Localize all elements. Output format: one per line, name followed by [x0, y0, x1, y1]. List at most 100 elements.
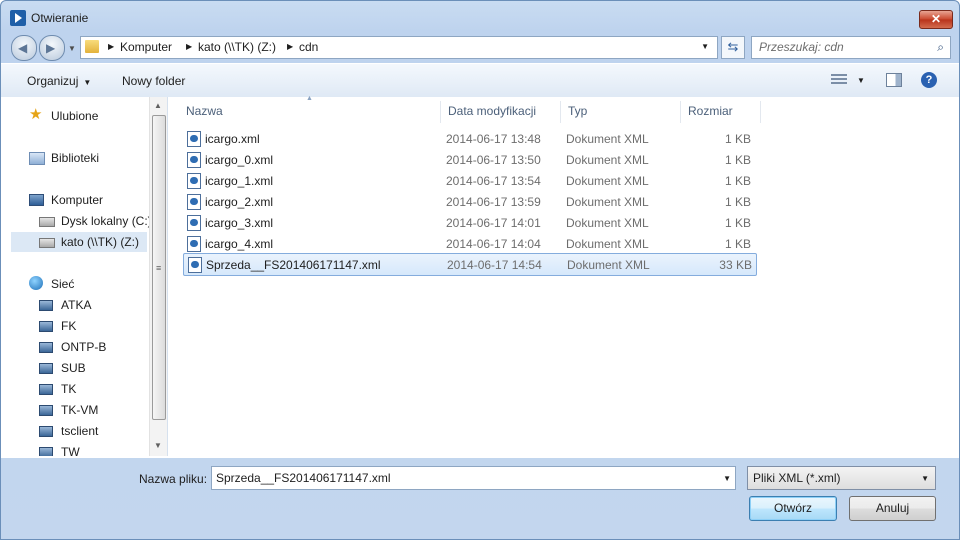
app-icon — [10, 10, 26, 26]
file-size: 1 KB — [724, 195, 751, 209]
file-row[interactable]: icargo.xml 2014-06-17 13:48 Dokument XML… — [183, 128, 755, 149]
breadcrumb-computer[interactable]: Komputer — [120, 40, 172, 54]
breadcrumb-separator[interactable]: ▶ — [186, 42, 192, 51]
help-icon[interactable]: ? — [921, 72, 937, 88]
column-header-type[interactable]: Typ — [561, 101, 681, 123]
sidebar-item-network-pc[interactable]: SUB — [39, 358, 147, 378]
sidebar-item-label: Ulubione — [51, 109, 99, 123]
file-date: 2014-06-17 13:59 — [446, 195, 541, 209]
scroll-up-icon[interactable]: ▲ — [154, 101, 162, 110]
column-header-date[interactable]: Data modyfikacji — [441, 101, 561, 123]
computer-icon — [39, 405, 53, 416]
file-date: 2014-06-17 13:48 — [446, 132, 541, 146]
open-dialog-window: Otwieranie ✕ ◀ ▶ ▼ ▶ Komputer ▶ kato (\\… — [0, 0, 960, 540]
sidebar-item-computer[interactable]: Komputer — [29, 190, 147, 210]
breadcrumb-separator[interactable]: ▶ — [108, 42, 114, 51]
preview-pane-icon[interactable] — [886, 73, 902, 87]
sidebar-item-network-drive[interactable]: kato (\\TK) (Z:) — [11, 232, 147, 252]
file-type: Dokument XML — [566, 195, 649, 209]
forward-button[interactable]: ▶ — [39, 35, 65, 61]
column-label: Typ — [568, 104, 588, 118]
title-bar[interactable]: Otwieranie ✕ — [1, 1, 959, 35]
dialog-footer: Nazwa pliku: Sprzeda__FS201406171147.xml… — [1, 459, 959, 539]
xml-file-icon — [187, 131, 201, 147]
open-button[interactable]: Otwórz — [749, 496, 837, 521]
file-size: 1 KB — [724, 153, 751, 167]
file-row-selected[interactable]: Sprzeda__FS201406171147.xml 2014-06-17 1… — [183, 253, 757, 276]
filename-label: Nazwa pliku: — [139, 472, 208, 486]
xml-file-icon — [187, 173, 201, 189]
address-dropdown-icon[interactable]: ▼ — [701, 42, 709, 51]
file-row[interactable]: icargo_4.xml 2014-06-17 14:04 Dokument X… — [183, 233, 755, 254]
main-content: ★ Ulubione Biblioteki Komputer Dysk loka… — [1, 95, 959, 458]
file-size: 33 KB — [719, 258, 752, 272]
sidebar-item-network[interactable]: Sieć — [29, 274, 147, 294]
back-button[interactable]: ◀ — [11, 35, 37, 61]
recent-pages-dropdown[interactable]: ▼ — [68, 44, 76, 53]
sidebar-item-network-pc[interactable]: ONTP-B — [39, 337, 147, 357]
cancel-button[interactable]: Anuluj — [849, 496, 936, 521]
address-bar[interactable]: ▶ Komputer ▶ kato (\\TK) (Z:) ▶ cdn ▼ — [80, 36, 718, 59]
file-size: 1 KB — [724, 174, 751, 188]
xml-file-icon — [187, 194, 201, 210]
file-date: 2014-06-17 14:01 — [446, 216, 541, 230]
file-name: icargo_0.xml — [205, 153, 274, 167]
chevron-down-icon[interactable]: ▼ — [921, 474, 929, 483]
sidebar-item-label: Komputer — [51, 193, 104, 207]
breadcrumb-separator[interactable]: ▶ — [287, 42, 293, 51]
column-header-name[interactable]: ▲ Nazwa — [179, 95, 441, 123]
file-row[interactable]: icargo_3.xml 2014-06-17 14:01 Dokument X… — [183, 212, 755, 233]
column-header-size[interactable]: Rozmiar — [681, 101, 761, 123]
organize-menu[interactable]: Organizuj ▼ — [27, 74, 91, 88]
arrow-left-icon: ◀ — [18, 41, 28, 55]
filename-field[interactable]: Sprzeda__FS201406171147.xml ▼ — [211, 466, 736, 490]
breadcrumb-folder[interactable]: cdn — [299, 40, 318, 54]
column-label: Rozmiar — [688, 104, 733, 118]
search-input[interactable]: Przeszukaj: cdn — [759, 40, 844, 54]
file-list: ▲ Nazwa Data modyfikacji Typ Rozmiar ica… — [179, 95, 957, 456]
column-divider[interactable] — [760, 101, 761, 123]
window-title: Otwieranie — [31, 11, 89, 25]
sidebar-item-network-pc[interactable]: FK — [39, 316, 147, 336]
sidebar-item-label: TK-VM — [61, 403, 99, 417]
computer-icon — [39, 300, 53, 311]
refresh-button[interactable]: ⇆ — [721, 36, 745, 59]
pane-divider[interactable] — [167, 97, 168, 456]
sidebar-item-network-pc[interactable]: tsclient — [39, 421, 147, 441]
scroll-down-icon[interactable]: ▼ — [154, 441, 162, 450]
file-row[interactable]: icargo_2.xml 2014-06-17 13:59 Dokument X… — [183, 191, 755, 212]
breadcrumb-drive[interactable]: kato (\\TK) (Z:) — [198, 40, 276, 54]
sidebar-item-network-pc[interactable]: TK — [39, 379, 147, 399]
file-name: icargo_3.xml — [205, 216, 274, 230]
sidebar-item-network-pc[interactable]: TW — [39, 442, 147, 456]
folder-icon — [85, 40, 99, 53]
filename-value[interactable]: Sprzeda__FS201406171147.xml — [216, 471, 391, 485]
file-type-select[interactable]: Pliki XML (*.xml) ▼ — [747, 466, 936, 490]
file-size: 1 KB — [724, 216, 751, 230]
computer-icon — [39, 447, 53, 456]
sidebar-item-label: FK — [61, 319, 77, 333]
sidebar-item-local-disk[interactable]: Dysk lokalny (C:) — [39, 211, 149, 231]
search-box[interactable]: Przeszukaj: cdn ⌕ — [751, 36, 951, 59]
sidebar-scrollbar[interactable]: ▲ ≡ ▼ — [149, 97, 167, 456]
file-row[interactable]: icargo_1.xml 2014-06-17 13:54 Dokument X… — [183, 170, 755, 191]
network-drive-icon — [39, 238, 55, 248]
close-button[interactable]: ✕ — [919, 10, 953, 29]
file-type: Dokument XML — [566, 132, 649, 146]
column-label: Nazwa — [186, 104, 223, 118]
file-type-value: Pliki XML (*.xml) — [753, 471, 841, 485]
new-folder-button[interactable]: Nowy folder — [122, 74, 185, 88]
file-row[interactable]: icargo_0.xml 2014-06-17 13:50 Dokument X… — [183, 149, 755, 170]
scrollbar-thumb[interactable]: ≡ — [152, 115, 166, 420]
search-icon[interactable]: ⌕ — [937, 40, 944, 55]
file-name: icargo_4.xml — [205, 237, 274, 251]
view-options-icon[interactable] — [831, 74, 847, 86]
file-date: 2014-06-17 14:04 — [446, 237, 541, 251]
sidebar-item-libraries[interactable]: Biblioteki — [29, 148, 147, 168]
chevron-down-icon[interactable]: ▼ — [723, 474, 731, 483]
sidebar-item-network-pc[interactable]: TK-VM — [39, 400, 147, 420]
sidebar-item-favorites[interactable]: ★ Ulubione — [29, 106, 147, 126]
view-dropdown-icon[interactable]: ▼ — [857, 76, 865, 85]
sidebar-item-label: Biblioteki — [51, 151, 100, 165]
sidebar-item-network-pc[interactable]: ATKA — [39, 295, 147, 315]
